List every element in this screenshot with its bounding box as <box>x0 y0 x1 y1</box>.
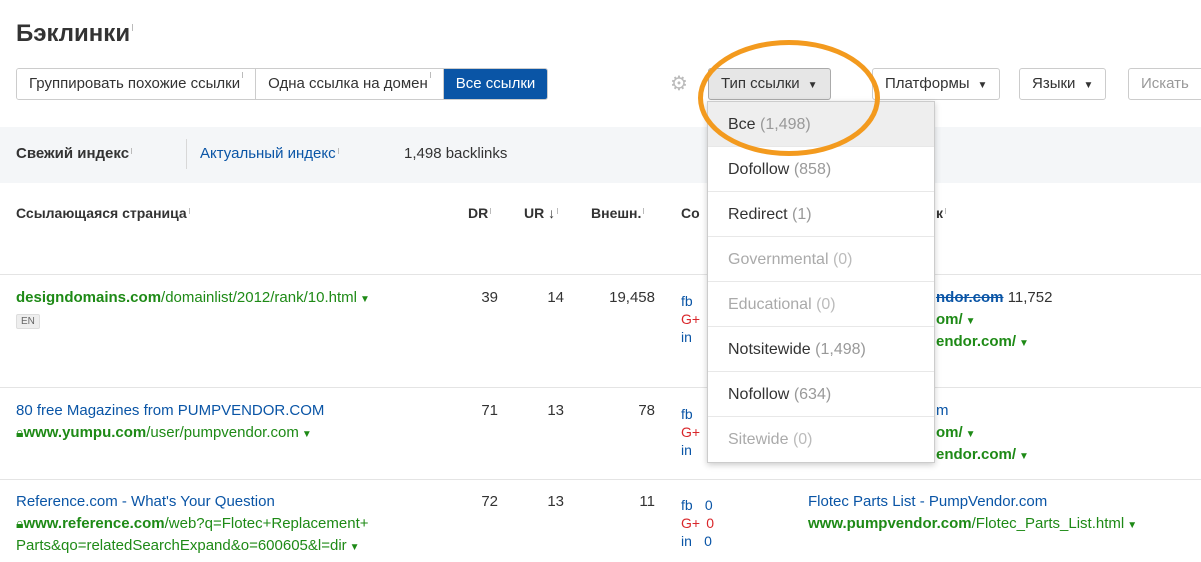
all-links-button[interactable]: Все ссылки <box>443 69 548 99</box>
social-stats: fb 0 G+ 0 in 0 <box>681 496 714 550</box>
divider <box>0 387 1201 388</box>
sort-down-icon: ↓ <box>548 205 556 221</box>
header-dr[interactable]: DR <box>468 205 492 221</box>
caret-down-icon[interactable]: ▼ <box>1019 338 1029 349</box>
gear-icon[interactable]: ⚙ <box>670 74 690 94</box>
menu-item-educational: Educational (0) <box>708 282 934 327</box>
linkedin-label: in <box>681 533 692 549</box>
info-icon[interactable] <box>490 208 492 214</box>
anchor-target[interactable]: endor.com/▼ <box>936 333 1029 350</box>
gplus-label: G+ <box>681 515 701 531</box>
header-external[interactable]: Внешн. <box>591 205 645 221</box>
languages-dropdown[interactable]: Языки ▼ <box>1019 68 1107 100</box>
caret-down-icon[interactable]: ▼ <box>966 316 976 327</box>
anchor-target[interactable]: www.pumpvendor.com/Flotec_Parts_List.htm… <box>808 515 1137 532</box>
ur-value: 13 <box>547 493 564 510</box>
menu-item-nofollow[interactable]: Nofollow (634) <box>708 372 934 417</box>
divider <box>0 479 1201 480</box>
menu-item-governmental: Governmental (0) <box>708 237 934 282</box>
one-per-domain-button[interactable]: Одна ссылка на домен <box>256 69 444 99</box>
info-icon[interactable] <box>945 208 947 214</box>
external-value: 11 <box>639 493 655 510</box>
facebook-label: fb <box>681 406 693 422</box>
index-bar: Свежий индекс Актуальный индекс 1,498 ba… <box>0 127 1201 183</box>
anchor-title[interactable]: Flotec Parts List - PumpVendor.com <box>808 493 1047 510</box>
link-type-menu: Все (1,498) Dofollow (858) Redirect (1) … <box>707 101 935 463</box>
anchor-target[interactable]: om/▼ <box>936 311 976 328</box>
caret-down-icon: ▼ <box>807 80 818 91</box>
dr-value: 72 <box>481 493 498 510</box>
menu-item-notsitewide[interactable]: Notsitewide (1,498) <box>708 327 934 372</box>
anchor-title[interactable]: m <box>936 402 949 419</box>
gplus-label: G+ <box>681 311 701 327</box>
grouping-button-group: Группировать похожие ссылки Одна ссылка … <box>16 68 549 100</box>
linkedin-label: in <box>681 329 692 345</box>
info-icon[interactable] <box>429 72 431 78</box>
divider <box>186 139 187 169</box>
table-row-2-url[interactable]: 🔒︎www.yumpu.com/user/pumpvendor.com ▼ <box>16 424 312 441</box>
ur-value: 13 <box>547 402 564 419</box>
info-icon[interactable] <box>643 208 645 214</box>
page-title: Бэклинки <box>16 20 134 48</box>
caret-down-icon[interactable]: ▼ <box>302 429 312 440</box>
linkedin-label: in <box>681 442 692 458</box>
anchor-target[interactable]: om/▼ <box>936 424 976 441</box>
divider <box>0 274 1201 275</box>
link-type-dropdown[interactable]: Тип ссылки ▼ <box>708 68 831 100</box>
info-icon[interactable] <box>188 208 190 214</box>
anchor-line[interactable]: ndor.com 11,752 <box>936 289 1052 306</box>
dr-value: 71 <box>481 402 498 419</box>
table-row-2-title[interactable]: 80 free Magazines from PUMPVENDOR.COM <box>16 402 324 419</box>
external-value: 19,458 <box>609 289 655 306</box>
gplus-label: G+ <box>681 424 701 440</box>
info-icon[interactable] <box>242 72 244 78</box>
info-icon[interactable] <box>131 148 133 154</box>
info-icon[interactable] <box>557 208 559 214</box>
dr-value: 39 <box>481 289 498 306</box>
caret-down-icon[interactable]: ▼ <box>360 294 370 305</box>
actual-index-tab[interactable]: Актуальный индекс <box>200 145 339 162</box>
header-social[interactable]: Со <box>681 205 700 221</box>
group-similar-button[interactable]: Группировать похожие ссылки <box>17 69 257 99</box>
menu-item-all[interactable]: Все (1,498) <box>708 102 934 147</box>
linkedin-count: 0 <box>704 533 712 549</box>
menu-item-sitewide: Sitewide (0) <box>728 431 813 448</box>
social-stats: fb G+ in <box>681 292 700 346</box>
table-row-3-title[interactable]: Reference.com - What's Your Question <box>16 493 275 510</box>
menu-item-redirect[interactable]: Redirect (1) <box>708 192 934 237</box>
facebook-label: fb <box>681 497 693 513</box>
anchor-target[interactable]: endor.com/▼ <box>936 446 1029 463</box>
caret-down-icon[interactable]: ▼ <box>966 429 976 440</box>
platforms-dropdown[interactable]: Платформы ▼ <box>872 68 1001 100</box>
backlinks-count: 1,498 backlinks <box>404 145 508 162</box>
ur-value: 14 <box>547 289 564 306</box>
facebook-count: 0 <box>704 497 713 513</box>
caret-down-icon[interactable]: ▼ <box>350 542 360 553</box>
info-icon[interactable] <box>337 148 339 154</box>
menu-item-dofollow[interactable]: Dofollow (858) <box>708 147 934 192</box>
facebook-label: fb <box>681 293 693 309</box>
search-input[interactable]: Искать <box>1128 68 1201 100</box>
header-anchor[interactable]: к <box>936 205 947 221</box>
info-icon[interactable] <box>132 24 134 31</box>
caret-down-icon[interactable]: ▼ <box>1127 520 1137 531</box>
header-ur[interactable]: UR ↓ <box>524 205 559 221</box>
fresh-index-tab[interactable]: Свежий индекс <box>16 145 133 162</box>
social-stats: fb G+ in <box>681 405 700 459</box>
table-row-3-url-cont[interactable]: Parts&qo=relatedSearchExpand&o=600605&l=… <box>16 537 360 554</box>
caret-down-icon: ▼ <box>977 80 988 91</box>
gplus-count: 0 <box>706 515 715 531</box>
caret-down-icon: ▼ <box>1083 80 1094 91</box>
table-row-1-url[interactable]: designdomains.com/domainlist/2012/rank/1… <box>16 289 370 306</box>
external-value: 78 <box>638 402 655 419</box>
lang-badge: EN <box>16 314 40 329</box>
header-referring-page[interactable]: Ссылающаяся страница <box>16 205 190 221</box>
caret-down-icon[interactable]: ▼ <box>1019 451 1029 462</box>
table-row-3-url[interactable]: 🔒︎www.reference.com/web?q=Flotec+Replace… <box>16 515 369 532</box>
